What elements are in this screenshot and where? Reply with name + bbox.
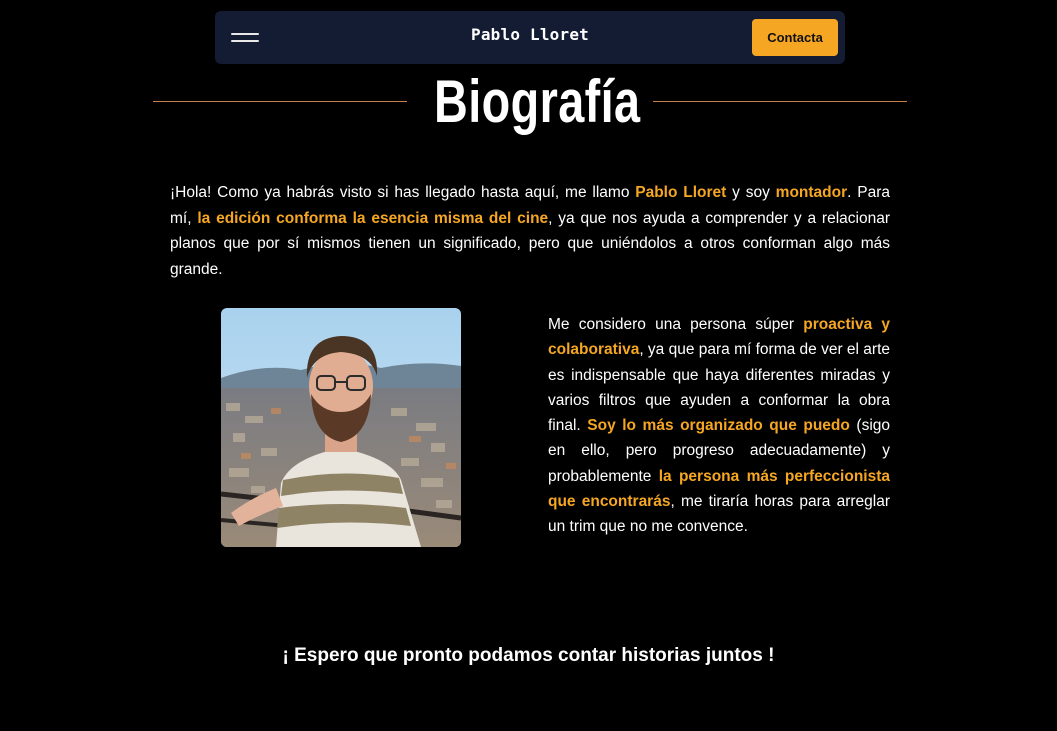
title-divider-right: [653, 101, 907, 102]
page-title: Biografía: [434, 68, 641, 135]
intro-highlight-quote: la edición conforma la esencia misma del…: [197, 209, 549, 227]
section-header: Biografía: [153, 62, 907, 142]
about-highlight-organized: Soy lo más organizado que puedo: [587, 417, 850, 435]
closing-message: ¡ Espero que pronto podamos contar histo…: [282, 645, 775, 666]
intro-paragraph: ¡Hola! Como ya habrás visto si has llega…: [170, 180, 890, 282]
contact-button[interactable]: Contacta: [752, 19, 838, 56]
about-paragraph: Me considero una persona súper proactiva…: [548, 312, 890, 540]
title-divider-left: [153, 101, 407, 102]
navbar: Pablo Lloret Contacta: [215, 11, 845, 64]
intro-highlight-role: montador: [775, 184, 848, 201]
about-text-1: Me considero una persona súper: [548, 316, 804, 333]
intro-highlight-name: Pablo Lloret: [635, 184, 727, 201]
profile-photo-image: [221, 308, 461, 547]
intro-text-1: ¡Hola! Como ya habrás visto si has llega…: [170, 184, 636, 201]
page: Pablo Lloret Contacta Biografía ¡Hola! C…: [0, 0, 1057, 731]
intro-text-2: y soy: [726, 184, 776, 201]
brand-name[interactable]: Pablo Lloret: [215, 25, 845, 44]
profile-photo: [221, 308, 461, 547]
